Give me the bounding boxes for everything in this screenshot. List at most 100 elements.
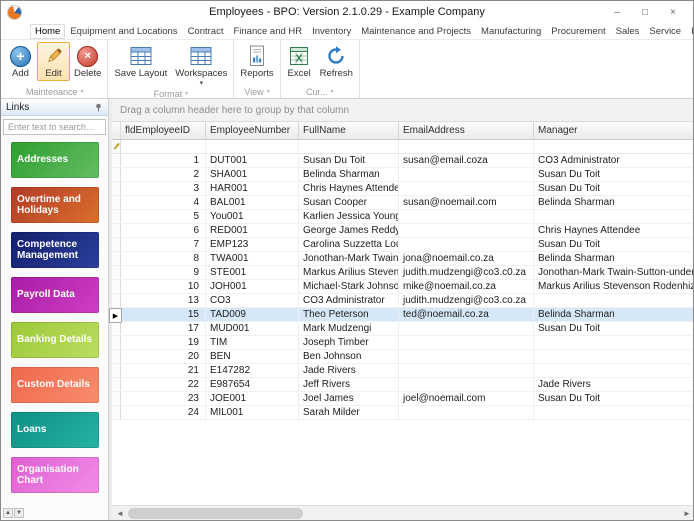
cell-emailaddress[interactable] bbox=[399, 168, 534, 181]
cell-fldemployeeid[interactable]: 6 bbox=[121, 224, 206, 237]
minimize-icon[interactable]: – bbox=[603, 3, 631, 21]
cell-employeenumber[interactable]: HAR001 bbox=[206, 182, 299, 195]
cell-emailaddress[interactable]: judith.mudzengi@co3.co.za bbox=[399, 294, 534, 307]
cell-employeenumber[interactable]: MIL001 bbox=[206, 406, 299, 419]
scroll-down-icon[interactable]: ▼ bbox=[14, 508, 24, 518]
cell-fldemployeeid[interactable]: 5 bbox=[121, 210, 206, 223]
tab-home[interactable]: Home bbox=[30, 24, 65, 39]
ribbon-button-excel[interactable]: XExcel bbox=[283, 42, 316, 81]
sidebar-item-custom-details[interactable]: Custom Details bbox=[11, 367, 99, 403]
grid-row[interactable]: 1DUT001Susan Du Toitsusan@email.cozaCO3 … bbox=[112, 154, 694, 168]
cell-manager[interactable]: Susan Du Toit bbox=[534, 182, 694, 195]
grid-row[interactable]: 4BAL001Susan Coopersusan@noemail.comBeli… bbox=[112, 196, 694, 210]
cell-manager[interactable] bbox=[534, 336, 694, 349]
cell-manager[interactable]: Susan Du Toit bbox=[534, 392, 694, 405]
cell-employeenumber[interactable]: SHA001 bbox=[206, 168, 299, 181]
cell-emailaddress[interactable] bbox=[399, 322, 534, 335]
cell-fullname[interactable]: Jonothan-Mark Twain-Sut... bbox=[299, 252, 399, 265]
tab-reporting[interactable]: Reporting bbox=[686, 24, 694, 39]
tab-maintenance-and-projects[interactable]: Maintenance and Projects bbox=[356, 24, 476, 39]
filter-cell-fullname[interactable] bbox=[299, 140, 399, 153]
cell-fldemployeeid[interactable]: 13 bbox=[121, 294, 206, 307]
cell-emailaddress[interactable]: joel@noemail.com bbox=[399, 392, 534, 405]
sidebar-item-banking-details[interactable]: Banking Details bbox=[11, 322, 99, 358]
cell-fullname[interactable]: Mark Mudzengi bbox=[299, 322, 399, 335]
cell-employeenumber[interactable]: E987654 bbox=[206, 378, 299, 391]
tab-finance-and-hr[interactable]: Finance and HR bbox=[228, 24, 307, 39]
cell-fldemployeeid[interactable]: 21 bbox=[121, 364, 206, 377]
cell-fldemployeeid[interactable]: 1 bbox=[121, 154, 206, 167]
cell-manager[interactable]: Markus Arilius Stevenson Rodenhizer Toml… bbox=[534, 280, 694, 293]
cell-emailaddress[interactable] bbox=[399, 350, 534, 363]
cell-fullname[interactable]: Theo Peterson bbox=[299, 308, 399, 321]
pin-icon[interactable] bbox=[94, 103, 103, 112]
ribbon-button-add[interactable]: +Add bbox=[4, 42, 37, 81]
grid-row[interactable]: 8TWA001Jonothan-Mark Twain-Sut...jona@no… bbox=[112, 252, 694, 266]
cell-emailaddress[interactable]: jona@noemail.co.za bbox=[399, 252, 534, 265]
cell-emailaddress[interactable] bbox=[399, 378, 534, 391]
grid-row[interactable]: 6RED001George James Reddy Jef...Chris Ha… bbox=[112, 224, 694, 238]
cell-manager[interactable]: Susan Du Toit bbox=[534, 168, 694, 181]
cell-manager[interactable] bbox=[534, 294, 694, 307]
cell-employeenumber[interactable]: BEN bbox=[206, 350, 299, 363]
cell-emailaddress[interactable] bbox=[399, 238, 534, 251]
cell-fldemployeeid[interactable]: 19 bbox=[121, 336, 206, 349]
cell-fullname[interactable]: Karlien Jessica Young Dun... bbox=[299, 210, 399, 223]
grid-row[interactable]: 20BENBen Johnson bbox=[112, 350, 694, 364]
column-header-manager[interactable]: Manager bbox=[534, 122, 694, 139]
grid-row[interactable]: 15TAD009Theo Petersonted@noemail.co.zaBe… bbox=[112, 308, 694, 322]
cell-fullname[interactable]: Jeff Rivers bbox=[299, 378, 399, 391]
cell-fldemployeeid[interactable]: 7 bbox=[121, 238, 206, 251]
ribbon-button-reports[interactable]: Reports bbox=[236, 42, 277, 81]
cell-emailaddress[interactable] bbox=[399, 364, 534, 377]
cell-fullname[interactable]: Sarah Milder bbox=[299, 406, 399, 419]
cell-emailaddress[interactable]: mike@noemail.co.za bbox=[399, 280, 534, 293]
cell-fullname[interactable]: CO3 Administrator bbox=[299, 294, 399, 307]
filter-cell-fldemployeeid[interactable] bbox=[121, 140, 206, 153]
cell-employeenumber[interactable]: EMP123 bbox=[206, 238, 299, 251]
cell-employeenumber[interactable]: DUT001 bbox=[206, 154, 299, 167]
cell-employeenumber[interactable]: STE001 bbox=[206, 266, 299, 279]
cell-fullname[interactable]: Susan Cooper bbox=[299, 196, 399, 209]
tab-manufacturing[interactable]: Manufacturing bbox=[476, 24, 546, 39]
ribbon-button-refresh[interactable]: Refresh bbox=[316, 42, 357, 81]
scrollbar-thumb[interactable] bbox=[128, 508, 303, 519]
grid-row[interactable]: 7EMP123Carolina Suzzetta Lourens...Susan… bbox=[112, 238, 694, 252]
cell-fullname[interactable]: Carolina Suzzetta Lourens... bbox=[299, 238, 399, 251]
column-header-employeenumber[interactable]: EmployeeNumber bbox=[206, 122, 299, 139]
cell-manager[interactable] bbox=[534, 210, 694, 223]
grid-row[interactable]: 10JOH001Michael-Stark Johnson St...mike@… bbox=[112, 280, 694, 294]
cell-employeenumber[interactable]: TWA001 bbox=[206, 252, 299, 265]
cell-emailaddress[interactable] bbox=[399, 406, 534, 419]
cell-fldemployeeid[interactable]: 24 bbox=[121, 406, 206, 419]
cell-emailaddress[interactable] bbox=[399, 210, 534, 223]
close-icon[interactable]: × bbox=[659, 3, 687, 21]
cell-fldemployeeid[interactable]: 23 bbox=[121, 392, 206, 405]
ribbon-button-workspaces[interactable]: Workspaces▾ bbox=[171, 42, 231, 89]
column-header-emailaddress[interactable]: EmailAddress bbox=[399, 122, 534, 139]
cell-employeenumber[interactable]: CO3 bbox=[206, 294, 299, 307]
group-by-panel[interactable]: Drag a column header here to group by th… bbox=[112, 99, 694, 122]
maximize-icon[interactable]: □ bbox=[631, 3, 659, 21]
grid-row[interactable]: 13CO3CO3 Administratorjudith.mudzengi@co… bbox=[112, 294, 694, 308]
cell-fldemployeeid[interactable]: 4 bbox=[121, 196, 206, 209]
cell-employeenumber[interactable]: RED001 bbox=[206, 224, 299, 237]
scroll-up-icon[interactable]: ▲ bbox=[3, 508, 13, 518]
cell-employeenumber[interactable]: TIM bbox=[206, 336, 299, 349]
tab-procurement[interactable]: Procurement bbox=[546, 24, 610, 39]
cell-employeenumber[interactable]: You001 bbox=[206, 210, 299, 223]
cell-employeenumber[interactable]: JOH001 bbox=[206, 280, 299, 293]
scroll-right-icon[interactable]: ► bbox=[679, 506, 694, 521]
grid-row[interactable]: 17MUD001Mark MudzengiSusan Du Toit bbox=[112, 322, 694, 336]
cell-emailaddress[interactable]: ted@noemail.co.za bbox=[399, 308, 534, 321]
cell-fldemployeeid[interactable]: 2 bbox=[121, 168, 206, 181]
filter-cell-employeenumber[interactable] bbox=[206, 140, 299, 153]
sidebar-item-loans[interactable]: Loans bbox=[11, 412, 99, 448]
cell-manager[interactable]: Susan Du Toit bbox=[534, 322, 694, 335]
cell-manager[interactable]: Chris Haynes Attendee bbox=[534, 224, 694, 237]
cell-fullname[interactable]: Belinda Sharman bbox=[299, 168, 399, 181]
column-header-fldemployeeid[interactable]: fldEmployeeID bbox=[121, 122, 206, 139]
cell-manager[interactable] bbox=[534, 364, 694, 377]
scroll-left-icon[interactable]: ◄ bbox=[112, 506, 128, 521]
cell-employeenumber[interactable]: BAL001 bbox=[206, 196, 299, 209]
